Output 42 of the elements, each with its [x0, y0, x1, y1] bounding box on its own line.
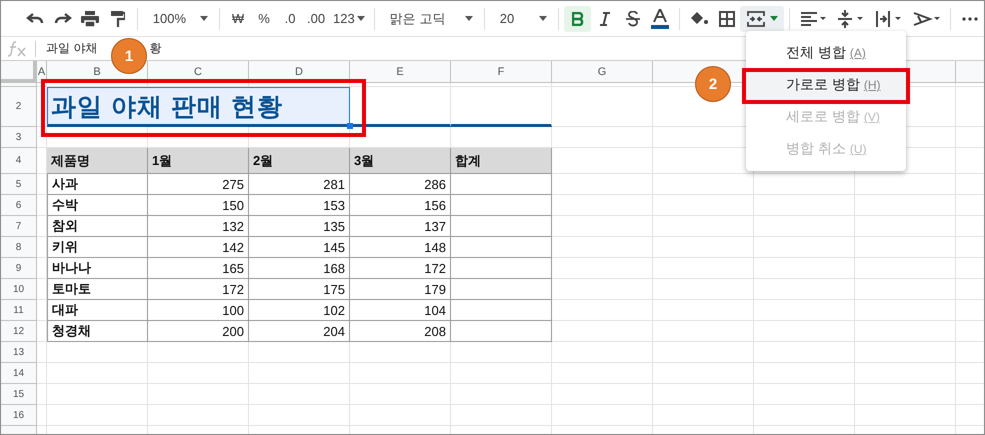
table-cell: 참외: [47, 216, 148, 237]
table-cell: 사과: [47, 174, 148, 195]
table-header-cell: 3월: [350, 148, 451, 174]
table-cell: 135: [249, 216, 350, 237]
step-badge: 1: [111, 38, 147, 74]
table-cell: 179: [350, 279, 451, 300]
table-cell: 200: [148, 321, 249, 342]
table-cell: 156: [350, 195, 451, 216]
table-header-cell: 1월: [148, 148, 249, 174]
table-cell: 132: [148, 216, 249, 237]
table-cell: 150: [148, 195, 249, 216]
table-cell: 165: [148, 258, 249, 279]
table-cell: 바나나: [47, 258, 148, 279]
table-cell: 148: [350, 237, 451, 258]
table-cell: 104: [350, 300, 451, 321]
table-cell: 286: [350, 174, 451, 195]
table-cell: 대파: [47, 300, 148, 321]
table-cell: 175: [249, 279, 350, 300]
table-cell: 168: [249, 258, 350, 279]
table-cell: 172: [350, 258, 451, 279]
table-cell: 281: [249, 174, 350, 195]
table-cell: 153: [249, 195, 350, 216]
formula-text: 황: [149, 40, 162, 57]
table-cell: 토마토: [47, 279, 148, 300]
step-badge: 2: [695, 66, 731, 102]
table-cell: 수박: [47, 195, 148, 216]
table-cell: 키위: [47, 237, 148, 258]
table-cell: 청경채: [47, 321, 148, 342]
table-cell: 275: [148, 174, 249, 195]
table-cell: 100: [148, 300, 249, 321]
formula-text: 과일 야채: [46, 40, 98, 57]
table-cell: 142: [148, 237, 249, 258]
table-header-cell: 합계: [451, 148, 552, 174]
table-cell: 102: [249, 300, 350, 321]
table-cell: 172: [148, 279, 249, 300]
table-header-cell: 제품명: [47, 148, 148, 174]
table-header-cell: 2월: [249, 148, 350, 174]
table-cell: 208: [350, 321, 451, 342]
sheet-title: 과일 야채 판매 현황: [51, 92, 283, 122]
table-cell: 145: [249, 237, 350, 258]
table-cell: 204: [249, 321, 350, 342]
table-cell: 137: [350, 216, 451, 237]
